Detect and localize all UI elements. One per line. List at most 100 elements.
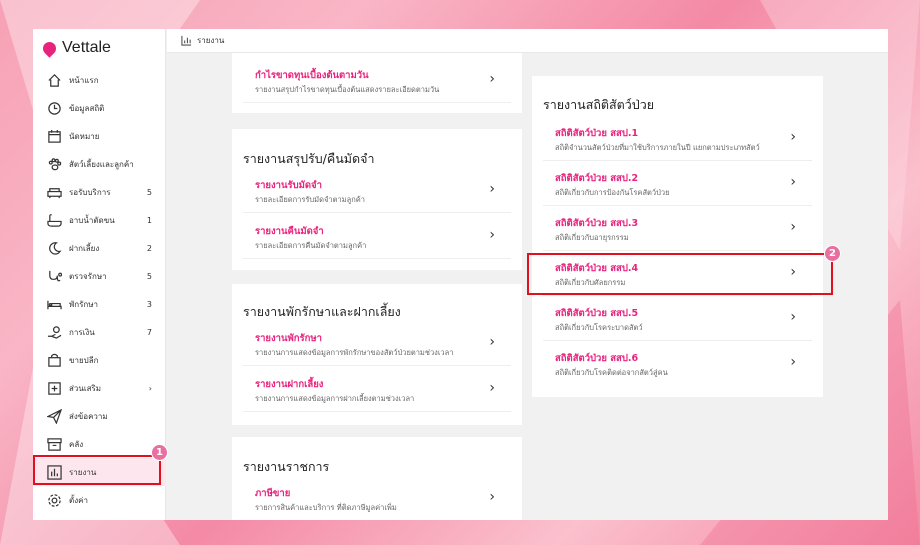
report-row-profit-loss[interactable]: กำไรขาดทุนเบื้องต้นตามวัน รายงานสรุปกำไร… <box>243 59 511 103</box>
card-title: รายงานพักรักษาและฝากเลี้ยง <box>243 304 401 319</box>
chevron-right-icon: › <box>790 174 796 190</box>
chevron-right-icon: › <box>489 380 495 396</box>
sidebar-item-label: ข้อมูลสถิติ <box>69 103 105 113</box>
sidebar-item-home[interactable]: หน้าแรก <box>33 66 166 94</box>
sidebar-item-label: ตรวจรักษา <box>69 271 107 281</box>
report-description: สถิติเกี่ยวกับโรคระบาดสัตว์ <box>555 323 643 332</box>
sidebar-item-label: รอรับบริการ <box>69 187 111 197</box>
sidebar-item-label: ขายปลีก <box>69 355 99 365</box>
plus-box-icon <box>46 380 62 396</box>
card-hospital-boarding-reports: รายงานพักรักษาและฝากเลี้ยง รายงานพักรักษ… <box>232 284 522 425</box>
send-icon <box>46 408 62 424</box>
archive-icon <box>46 436 62 452</box>
report-row-ssp3[interactable]: สถิติสัตว์ป่วย สสป.3 สถิติเกี่ยวกับอายุร… <box>543 207 812 251</box>
sidebar-item-label: อาบน้ำตัดขน <box>69 215 115 225</box>
chevron-right-icon: › <box>790 354 796 370</box>
report-description: สถิติเกี่ยวกับโรคติดต่อจากสัตว์สู่คน <box>555 368 668 377</box>
report-title: สถิติสัตว์ป่วย สสป.5 <box>555 308 639 319</box>
chevron-right-icon: › <box>489 334 495 350</box>
report-row-sales-tax[interactable]: ภาษีขาย รายการสินค้าและบริการ ที่ติดภาษี… <box>243 477 511 520</box>
sidebar-item-messages[interactable]: ส่งข้อความ <box>33 402 166 430</box>
sidebar-item-count: 5 <box>146 271 152 281</box>
sidebar-item-label: ส่วนเสริม <box>69 383 102 393</box>
app-name: Vettale <box>62 39 111 56</box>
sidebar-item-label: หน้าแรก <box>69 75 99 85</box>
report-row-ssp6[interactable]: สถิติสัตว์ป่วย สสป.6 สถิติเกี่ยวกับโรคติ… <box>543 342 812 386</box>
card-title: รายงานราชการ <box>243 459 330 474</box>
home-icon <box>46 72 62 88</box>
report-title: รายงานรับมัดจำ <box>255 180 322 191</box>
bed-icon <box>46 296 62 312</box>
sidebar-item-label: ฝากเลี้ยง <box>69 243 100 253</box>
report-title: รายงานคืนมัดจำ <box>255 226 324 237</box>
step-badge-2: 2 <box>824 245 841 262</box>
report-description: รายงานสรุปกำไรขาดทุนเบื้องต้นแสดงรายละเอ… <box>255 85 440 94</box>
sidebar-item-inventory[interactable]: คลัง <box>33 430 166 458</box>
sidebar-item-label: การเงิน <box>69 327 95 337</box>
chevron-right-icon: › <box>489 181 495 197</box>
card-sick-animal-statistics: รายงานสถิติสัตว์ป่วย สถิติสัตว์ป่วย สสป.… <box>532 76 823 397</box>
page-title: รายงาน <box>197 36 225 45</box>
sofa-icon <box>46 184 62 200</box>
report-row-ssp2[interactable]: สถิติสัตว์ป่วย สสป.2 สถิติเกี่ยวกับการป้… <box>543 162 812 206</box>
sidebar-item-appointments[interactable]: นัดหมาย <box>33 122 166 150</box>
chevron-right-icon: › <box>489 227 495 243</box>
report-description: สถิติจำนวนสัตว์ป่วยที่มาใช้บริการภายในปี… <box>555 143 760 152</box>
sidebar-item-pets-customers[interactable]: สัตว์เลี้ยงและลูกค้า <box>33 150 166 178</box>
sidebar-item-label: สัตว์เลี้ยงและลูกค้า <box>69 159 134 169</box>
report-title: สถิติสัตว์ป่วย สสป.2 <box>555 173 639 184</box>
report-title: รายงานพักรักษา <box>255 333 322 344</box>
report-row-ssp1[interactable]: สถิติสัตว์ป่วย สสป.1 สถิติจำนวนสัตว์ป่วย… <box>543 117 812 161</box>
sidebar: Vettale หน้าแรก ข้อมูลสถิติ นัดหมาย สัตว… <box>33 29 166 520</box>
sidebar-item-count: 7 <box>146 327 152 337</box>
sidebar-item-finance[interactable]: การเงิน 7 <box>33 318 166 346</box>
sidebar-item-count: 2 <box>146 243 152 253</box>
sidebar-item-retail[interactable]: ขายปลีก <box>33 346 166 374</box>
sidebar-item-statistics[interactable]: ข้อมูลสถิติ <box>33 94 166 122</box>
sidebar-item-label: คลัง <box>69 439 84 449</box>
report-description: รายการสินค้าและบริการ ที่ติดภาษีมูลค่าเพ… <box>255 503 397 512</box>
report-description: รายละเอียดการคืนมัดจำตามลูกค้า <box>255 241 367 250</box>
report-title: สถิติสัตว์ป่วย สสป.3 <box>555 218 639 229</box>
sidebar-item-count: 1 <box>146 215 152 225</box>
bath-icon <box>46 212 62 228</box>
report-description: สถิติเกี่ยวกับการป้องกันโรคสัตว์ป่วย <box>555 188 670 197</box>
card-title: รายงานสรุปรับ/คืนมัดจำ <box>243 151 375 166</box>
sidebar-item-settings[interactable]: ตั้งค่า <box>33 486 166 514</box>
sidebar-item-treatment[interactable]: ตรวจรักษา 5 <box>33 262 166 290</box>
sidebar-item-waiting[interactable]: รอรับบริการ 5 <box>33 178 166 206</box>
report-title: สถิติสัตว์ป่วย สสป.1 <box>555 128 639 139</box>
logo[interactable]: Vettale <box>40 38 111 58</box>
sidebar-item-label: ส่งข้อความ <box>69 411 108 421</box>
report-title: รายงานฝากเลี้ยง <box>255 379 324 390</box>
sidebar-item-count: 3 <box>146 299 152 309</box>
sidebar-nav: หน้าแรก ข้อมูลสถิติ นัดหมาย สัตว์เลี้ยงแ… <box>33 66 166 514</box>
sidebar-item-boarding[interactable]: ฝากเลี้ยง 2 <box>33 234 166 262</box>
report-description: สถิติเกี่ยวกับอายุรกรรม <box>555 233 629 242</box>
sidebar-item-grooming[interactable]: อาบน้ำตัดขน 1 <box>33 206 166 234</box>
stethoscope-icon <box>46 268 62 284</box>
report-title: สถิติสัตว์ป่วย สสป.6 <box>555 353 639 364</box>
sidebar-item-addons[interactable]: ส่วนเสริม › <box>33 374 166 402</box>
heart-logo-icon <box>40 38 59 58</box>
step-badge-1: 1 <box>151 444 168 461</box>
sidebar-item-label: พักรักษา <box>69 299 99 309</box>
report-description: รายงานการแสดงข้อมูลการพักรักษาของสัตว์ป่… <box>255 348 454 357</box>
report-row-deposit-returned[interactable]: รายงานคืนมัดจำ รายละเอียดการคืนมัดจำตามล… <box>243 215 511 259</box>
report-row-boarding[interactable]: รายงานฝากเลี้ยง รายงานการแสดงข้อมูลการฝา… <box>243 368 511 412</box>
report-row-deposit-received[interactable]: รายงานรับมัดจำ รายละเอียดการรับมัดจำตามล… <box>243 169 511 213</box>
report-description: รายงานการแสดงข้อมูลการฝากเลี้ยงตามช่วงเว… <box>255 394 415 403</box>
report-row-hospitalization[interactable]: รายงานพักรักษา รายงานการแสดงข้อมูลการพัก… <box>243 322 511 366</box>
chevron-right-icon: › <box>790 129 796 145</box>
bar-chart-icon <box>181 35 192 46</box>
report-row-ssp5[interactable]: สถิติสัตว์ป่วย สสป.5 สถิติเกี่ยวกับโรคระ… <box>543 297 812 341</box>
card-deposit-reports: รายงานสรุปรับ/คืนมัดจำ รายงานรับมัดจำ รา… <box>232 129 522 270</box>
sidebar-item-hospitalization[interactable]: พักรักษา 3 <box>33 290 166 318</box>
chevron-right-icon: › <box>790 309 796 325</box>
sidebar-item-label: นัดหมาย <box>69 131 100 141</box>
calendar-icon <box>46 128 62 144</box>
money-hand-icon <box>46 324 62 340</box>
shopping-bag-icon <box>46 352 62 368</box>
highlight-ssp4-row <box>527 253 833 295</box>
chevron-right-icon: › <box>489 489 495 505</box>
